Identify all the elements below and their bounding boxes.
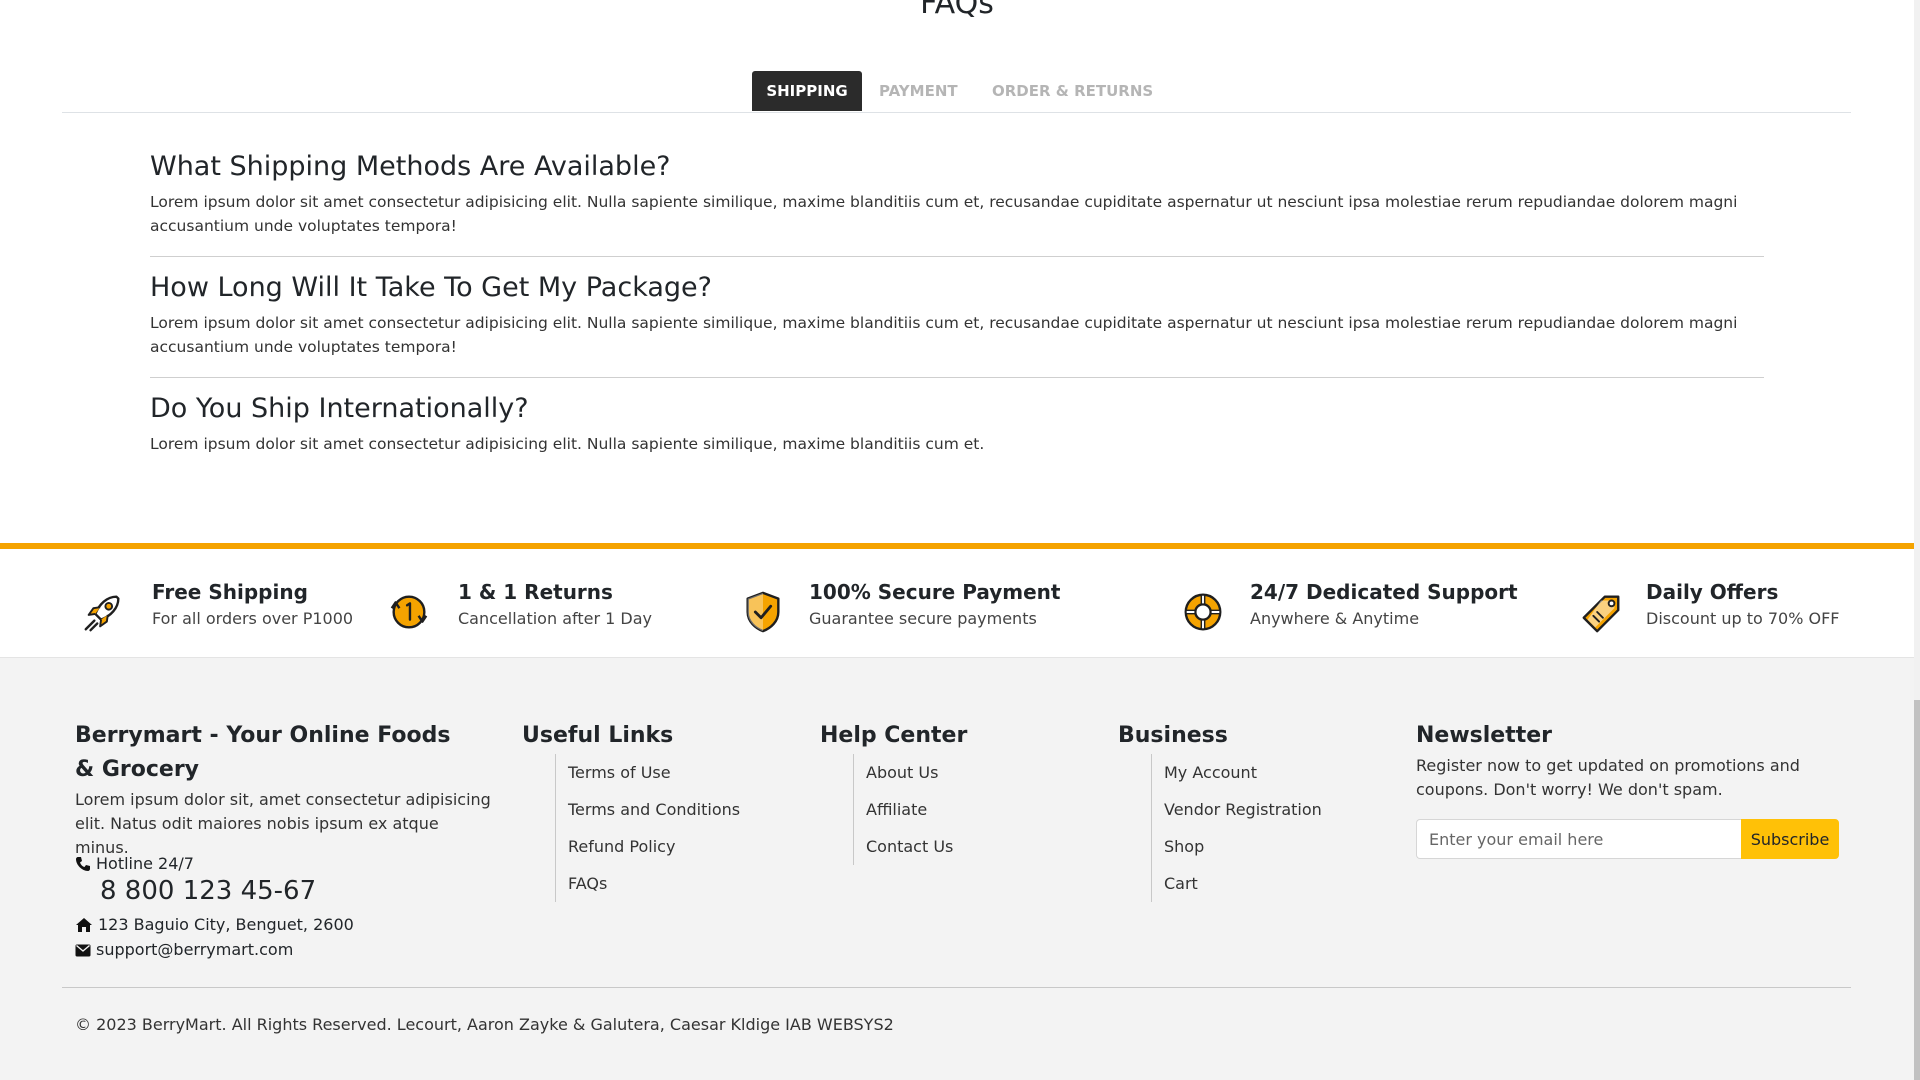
email-row: support@berrymart.com — [75, 939, 293, 961]
newsletter-description: Register now to get updated on promotion… — [1416, 756, 1800, 799]
feature-subtitle: Guarantee secure payments — [809, 609, 1037, 628]
footer-link-my-account[interactable]: My Account — [1164, 754, 1322, 791]
features-bar: Free Shipping For all orders over P1000 … — [0, 543, 1914, 658]
tab-payment[interactable]: PAYMENT — [879, 71, 958, 111]
shield-check-icon — [746, 591, 780, 633]
footer-link-terms-of-use[interactable]: Terms of Use — [568, 754, 740, 791]
feature-title: Daily Offers — [1646, 580, 1779, 604]
returns-icon — [390, 595, 428, 629]
address-row: 123 Baguio City, Benguet, 2600 — [75, 914, 354, 936]
useful-links-title: Useful Links — [522, 723, 674, 748]
feature-subtitle: Discount up to 70% OFF — [1646, 609, 1840, 628]
faq-answer: Lorem ipsum dolor sit amet consectetur a… — [150, 314, 1738, 356]
scrollbar-thumb[interactable] — [1914, 700, 1920, 1080]
footer-about-title: Berrymart - Your Online Foods & Grocery — [75, 723, 451, 782]
home-icon — [76, 918, 92, 932]
feature-title: 100% Secure Payment — [809, 580, 1061, 604]
faq-answer: Lorem ipsum dolor sit amet consectetur a… — [150, 193, 1738, 235]
hotline-number[interactable]: 8 800 123 45-67 — [100, 875, 316, 907]
envelope-icon — [75, 944, 91, 956]
email-link[interactable]: support@berrymart.com — [96, 939, 293, 961]
footer-link-terms-conditions[interactable]: Terms and Conditions — [568, 791, 740, 828]
footer-link-vendor-registration[interactable]: Vendor Registration — [1164, 791, 1322, 828]
page: FAQs SHIPPING PAYMENT ORDER & RETURNS Wh… — [0, 0, 1920, 1080]
faq-title: FAQs — [920, 0, 994, 21]
faq-answer: Lorem ipsum dolor sit amet consectetur a… — [150, 435, 985, 453]
faq-item: How Long Will It Take To Get My Package?… — [150, 257, 1764, 378]
hotline-label: Hotline 24/7 — [96, 854, 194, 873]
faq-tabs: SHIPPING PAYMENT ORDER & RETURNS — [62, 71, 1851, 113]
feature-title: Free Shipping — [152, 580, 308, 604]
phone-icon — [76, 857, 90, 871]
help-center-title: Help Center — [820, 723, 968, 748]
tab-order-returns[interactable]: ORDER & RETURNS — [992, 71, 1153, 111]
useful-links-list: Terms of Use Terms and Conditions Refund… — [555, 754, 740, 902]
newsletter-title: Newsletter — [1416, 723, 1553, 748]
hotline-row: Hotline 24/7 — [75, 853, 194, 875]
newsletter-email-input[interactable] — [1416, 819, 1741, 859]
faq-item: What Shipping Methods Are Available? Lor… — [150, 145, 1764, 257]
faq-question: Do You Ship Internationally? — [150, 393, 529, 424]
faq-question: What Shipping Methods Are Available? — [150, 151, 671, 182]
footer-link-refund-policy[interactable]: Refund Policy — [568, 828, 740, 865]
faq-question: How Long Will It Take To Get My Package? — [150, 272, 712, 303]
feature-subtitle: Anywhere & Anytime — [1250, 609, 1420, 628]
footer-link-shop[interactable]: Shop — [1164, 828, 1322, 865]
footer-about-description: Lorem ipsum dolor sit, amet consectetur … — [75, 790, 491, 857]
lifebuoy-icon — [1184, 593, 1222, 631]
footer-link-cart[interactable]: Cart — [1164, 865, 1322, 902]
business-list: My Account Vendor Registration Shop Cart — [1151, 754, 1322, 902]
address-text: 123 Baguio City, Benguet, 2600 — [98, 915, 354, 934]
rocket-icon — [84, 595, 120, 632]
footer-link-about-us[interactable]: About Us — [866, 754, 953, 791]
newsletter-form: Subscribe — [1416, 819, 1839, 859]
footer-link-faqs[interactable]: FAQs — [568, 865, 740, 902]
business-title: Business — [1118, 723, 1228, 748]
faq-item: Do You Ship Internationally? Lorem ipsum… — [150, 378, 1764, 474]
footer-divider — [62, 987, 1851, 988]
feature-title: 24/7 Dedicated Support — [1250, 580, 1518, 604]
copyright-text: © 2023 BerryMart. All Rights Reserved. L… — [75, 1015, 894, 1034]
tab-shipping[interactable]: SHIPPING — [752, 71, 862, 111]
price-tag-icon — [1582, 595, 1620, 633]
footer-link-affiliate[interactable]: Affiliate — [866, 791, 953, 828]
help-center-list: About Us Affiliate Contact Us — [853, 754, 953, 865]
subscribe-button[interactable]: Subscribe — [1741, 819, 1839, 859]
feature-subtitle: For all orders over P1000 — [152, 609, 354, 628]
faq-list: What Shipping Methods Are Available? Lor… — [150, 145, 1764, 474]
footer-link-contact-us[interactable]: Contact Us — [866, 828, 953, 865]
faq-section: FAQs SHIPPING PAYMENT ORDER & RETURNS Wh… — [0, 0, 1914, 543]
feature-subtitle: Cancellation after 1 Day — [458, 609, 652, 628]
feature-title: 1 & 1 Returns — [458, 580, 613, 604]
